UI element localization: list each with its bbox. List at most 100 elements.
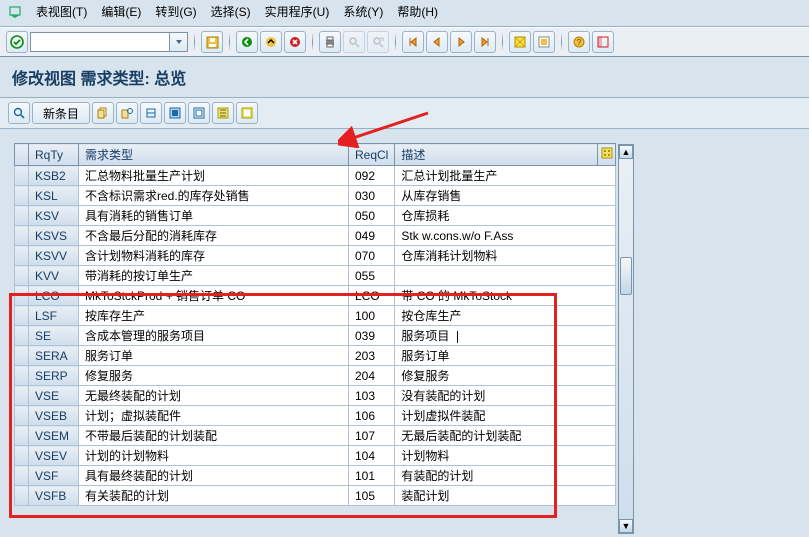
table-settings-button[interactable]: [598, 144, 616, 166]
cell-rqty[interactable]: VSFB: [29, 486, 79, 506]
cell-reqcl[interactable]: 030: [349, 186, 395, 206]
table-row[interactable]: KSVV含计划物料消耗的库存070仓库消耗计划物料: [15, 246, 616, 266]
row-selector[interactable]: [15, 326, 29, 346]
cell-desc[interactable]: 从库存销售: [395, 186, 616, 206]
cell-reqcl[interactable]: 104: [349, 446, 395, 466]
row-selector[interactable]: [15, 466, 29, 486]
cell-desc[interactable]: 服务项目: [395, 326, 616, 346]
cell-reqcl[interactable]: 107: [349, 426, 395, 446]
cell-rqtype[interactable]: 含成本管理的服务项目: [79, 326, 349, 346]
table-row[interactable]: KVV带消耗的按订单生产055: [15, 266, 616, 286]
cell-reqcl[interactable]: 101: [349, 466, 395, 486]
cell-rqty[interactable]: LSF: [29, 306, 79, 326]
row-selector[interactable]: [15, 426, 29, 446]
row-selector[interactable]: [15, 166, 29, 186]
cell-reqcl[interactable]: 100: [349, 306, 395, 326]
cell-desc[interactable]: 计划物料: [395, 446, 616, 466]
cell-rqtype[interactable]: 汇总物料批量生产计划: [79, 166, 349, 186]
row-selector[interactable]: [15, 346, 29, 366]
cell-reqcl[interactable]: 204: [349, 366, 395, 386]
cell-rqtype[interactable]: MkToStckProd + 销售订单 CO: [79, 286, 349, 306]
cell-desc[interactable]: 有装配的计划: [395, 466, 616, 486]
cell-desc[interactable]: [395, 266, 616, 286]
cell-desc[interactable]: 仓库损耗: [395, 206, 616, 226]
find-button[interactable]: [343, 31, 365, 53]
cell-reqcl[interactable]: 092: [349, 166, 395, 186]
cell-rqty[interactable]: VSEV: [29, 446, 79, 466]
table-row[interactable]: SERA服务订单203服务订单: [15, 346, 616, 366]
menu-help[interactable]: 帮助(H): [397, 3, 438, 20]
cell-desc[interactable]: 装配计划: [395, 486, 616, 506]
cell-reqcl[interactable]: 070: [349, 246, 395, 266]
cell-reqcl[interactable]: 050: [349, 206, 395, 226]
column-rqtype[interactable]: 需求类型: [79, 144, 349, 166]
deselect-all-button[interactable]: [188, 102, 210, 124]
cell-rqtype[interactable]: 不含最后分配的消耗库存: [79, 226, 349, 246]
cell-desc[interactable]: 仓库消耗计划物料: [395, 246, 616, 266]
cell-rqty[interactable]: LCO: [29, 286, 79, 306]
menu-system[interactable]: 系统(Y): [343, 3, 383, 20]
cell-rqtype[interactable]: 不带最后装配的计划装配: [79, 426, 349, 446]
row-selector[interactable]: [15, 206, 29, 226]
cell-reqcl[interactable]: 106: [349, 406, 395, 426]
cell-desc[interactable]: 计划虚拟件装配: [395, 406, 616, 426]
print-app-button[interactable]: [236, 102, 258, 124]
create-session-button[interactable]: [509, 31, 531, 53]
column-desc[interactable]: 描述: [395, 144, 598, 166]
cell-rqty[interactable]: SERA: [29, 346, 79, 366]
table-row[interactable]: KSL不含标识需求red.的库存处销售030从库存销售: [15, 186, 616, 206]
command-dropdown-icon[interactable]: [170, 32, 188, 52]
find-next-button[interactable]: [367, 31, 389, 53]
menu-table-view[interactable]: 表视图(T): [36, 3, 87, 20]
menu-goto[interactable]: 转到(G): [155, 3, 196, 20]
cell-rqtype[interactable]: 含计划物料消耗的库存: [79, 246, 349, 266]
next-page-button[interactable]: [450, 31, 472, 53]
row-selector[interactable]: [15, 306, 29, 326]
cell-desc[interactable]: 没有装配的计划: [395, 386, 616, 406]
cell-rqtype[interactable]: 带消耗的按订单生产: [79, 266, 349, 286]
menu-edit[interactable]: 编辑(E): [101, 3, 141, 20]
first-page-button[interactable]: [402, 31, 424, 53]
cell-rqty[interactable]: KSVV: [29, 246, 79, 266]
delimit-button[interactable]: [116, 102, 138, 124]
cell-rqty[interactable]: KSL: [29, 186, 79, 206]
cell-rqtype[interactable]: 按库存生产: [79, 306, 349, 326]
print-button[interactable]: [319, 31, 341, 53]
row-selector[interactable]: [15, 366, 29, 386]
cell-rqtype[interactable]: 有关装配的计划: [79, 486, 349, 506]
cell-reqcl[interactable]: 105: [349, 486, 395, 506]
table-scrollbar[interactable]: ▲ ▼: [618, 144, 634, 534]
save-button[interactable]: [201, 31, 223, 53]
cell-rqty[interactable]: VSEM: [29, 426, 79, 446]
table-row[interactable]: KSV具有消耗的销售订单050仓库损耗: [15, 206, 616, 226]
scroll-up-button[interactable]: ▲: [619, 145, 633, 159]
table-row[interactable]: VSEB计划；虚拟装配件106计划虚拟件装配: [15, 406, 616, 426]
cell-desc[interactable]: 带 CO 的 MkToStock: [395, 286, 616, 306]
help-button[interactable]: ?: [568, 31, 590, 53]
table-row[interactable]: VSF具有最终装配的计划101有装配的计划: [15, 466, 616, 486]
row-selector[interactable]: [15, 246, 29, 266]
cell-desc[interactable]: Stk w.cons.w/o F.Ass: [395, 226, 616, 246]
row-selector[interactable]: [15, 386, 29, 406]
cancel-button[interactable]: [284, 31, 306, 53]
menu-select[interactable]: 选择(S): [211, 3, 251, 20]
cell-rqty[interactable]: SE: [29, 326, 79, 346]
scroll-down-button[interactable]: ▼: [619, 519, 633, 533]
column-reqcl[interactable]: ReqCl: [349, 144, 395, 166]
cell-desc[interactable]: 无最后装配的计划装配: [395, 426, 616, 446]
cell-rqtype[interactable]: 具有消耗的销售订单: [79, 206, 349, 226]
bc-button[interactable]: [212, 102, 234, 124]
select-all-button[interactable]: [164, 102, 186, 124]
layout-button[interactable]: [592, 31, 614, 53]
detail-button[interactable]: [8, 102, 30, 124]
cell-rqty[interactable]: SERP: [29, 366, 79, 386]
prev-page-button[interactable]: [426, 31, 448, 53]
new-entries-button[interactable]: 新条目: [32, 102, 90, 124]
table-row[interactable]: SE含成本管理的服务项目039服务项目: [15, 326, 616, 346]
cell-rqty[interactable]: VSEB: [29, 406, 79, 426]
cell-rqty[interactable]: VSF: [29, 466, 79, 486]
cell-rqty[interactable]: KSB2: [29, 166, 79, 186]
cell-desc[interactable]: 服务订单: [395, 346, 616, 366]
cell-reqcl[interactable]: 039: [349, 326, 395, 346]
table-row[interactable]: VSEV计划的计划物料104计划物料: [15, 446, 616, 466]
